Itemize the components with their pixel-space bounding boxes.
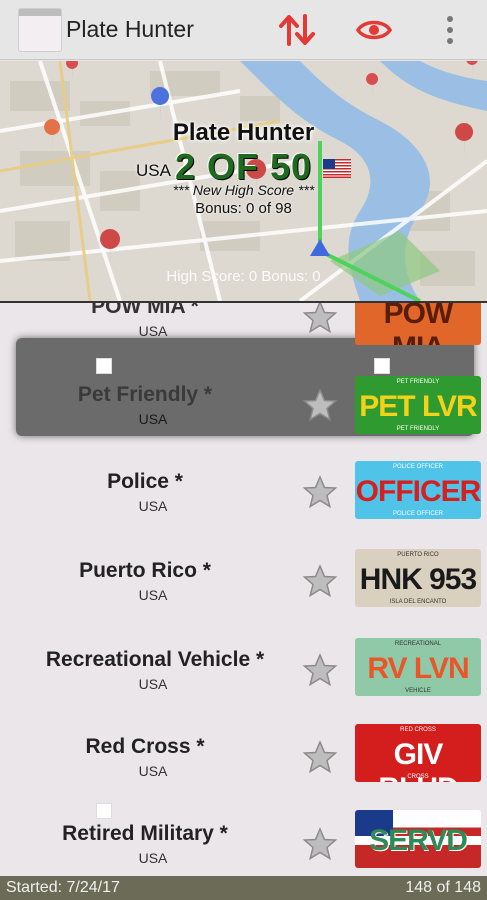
star-icon[interactable] [302, 652, 338, 688]
app-title: Plate Hunter [66, 16, 194, 42]
app-bar: Plate Hunter [0, 0, 487, 60]
list-item-police[interactable]: Police * USA POLICE OFFICER OFFICER POLI… [0, 461, 487, 556]
plate-name: Pet Friendly * [77, 383, 213, 406]
plate-top-text: PET FRIENDLY [396, 379, 440, 385]
plate-country: USA [138, 323, 168, 339]
plate-country: USA [138, 411, 168, 427]
plate-list[interactable]: POW MIA * USA POW MIA Pet Friendly * USA… [0, 301, 487, 876]
plate-country: USA [138, 676, 168, 692]
plate-image: RED CROSS GIV BLUD CROSS [355, 724, 481, 782]
plate-image: PUERTO RICO HNK 953 ISLA DEL ENCANTO [355, 549, 481, 607]
plate-name: Red Cross * [85, 735, 205, 758]
plate-name: Retired Military * [62, 822, 228, 845]
plate-image: SERVD [355, 810, 481, 868]
plate-text: RV LVN [367, 652, 469, 685]
app-logo-icon [18, 7, 62, 52]
plate-top-text: RED CROSS [400, 727, 436, 733]
list-item-puerto-rico[interactable]: Puerto Rico * USA PUERTO RICO HNK 953 IS… [0, 549, 487, 645]
eye-icon[interactable] [356, 14, 392, 46]
us-flag-icon [323, 159, 351, 178]
plate-text: OFFICER [355, 475, 481, 508]
plate-country: USA [138, 763, 168, 779]
star-icon[interactable] [302, 826, 338, 862]
star-icon[interactable] [302, 387, 338, 423]
list-item-pet-friendly[interactable]: Pet Friendly * USA PET FRIENDLY PET LVR … [0, 376, 487, 469]
plate-text: POW MIA [383, 301, 454, 345]
sort-swap-icon[interactable] [278, 12, 316, 48]
star-icon[interactable] [302, 301, 338, 335]
plate-name: Police * [107, 470, 183, 493]
plate-country: USA [138, 850, 168, 866]
plate-top-text: PUERTO RICO [397, 552, 439, 558]
plate-name: Puerto Rico * [79, 559, 211, 582]
star-icon[interactable] [302, 474, 338, 510]
list-item-red-cross[interactable]: Red Cross * USA RED CROSS GIV BLUD CROSS [0, 724, 487, 821]
map-header: Plate Hunter USA 2 OF 50 *** New High Sc… [0, 61, 487, 301]
started-date: Started: 7/24/17 [6, 879, 120, 896]
star-icon[interactable] [302, 739, 338, 775]
plate-name: POW MIA * [91, 301, 199, 318]
list-item-retired-military[interactable]: Retired Military * USA SERVD [0, 810, 487, 876]
plate-image: POLICE OFFICER OFFICER POLICE OFFICER [355, 461, 481, 519]
plate-bottom-text: ISLA DEL ENCANTO [389, 599, 447, 605]
plate-name: Recreational Vehicle * [45, 648, 265, 671]
list-item-recreational-vehicle[interactable]: Recreational Vehicle * USA RECREATIONAL … [0, 638, 487, 734]
plate-bottom-text: PET FRIENDLY [396, 426, 440, 432]
high-score-line: High Score: 0 Bonus: 0 [166, 268, 321, 285]
bonus-count: Bonus: 0 of 98 [195, 200, 292, 217]
plate-country: USA [138, 498, 168, 514]
plate-text: HNK 953 [359, 563, 477, 596]
plate-image: RECREATIONAL RV LVN VEHICLE [355, 638, 481, 696]
status-footer: Started: 7/24/17 148 of 148 [0, 876, 487, 900]
more-vert-icon[interactable] [440, 14, 460, 46]
plate-text: SERVD [369, 824, 468, 857]
plate-bottom-text: VEHICLE [405, 688, 431, 694]
plate-bottom-text: CROSS [407, 774, 429, 780]
plate-top-text: RECREATIONAL [394, 641, 442, 647]
plate-image: PET FRIENDLY PET LVR PET FRIENDLY [355, 376, 481, 434]
list-item-pow-mia[interactable]: POW MIA * USA POW MIA [0, 301, 487, 381]
plate-bottom-text: POLICE OFFICER [392, 511, 443, 517]
score-title: Plate Hunter [172, 119, 315, 146]
new-high-score-message: *** New High Score *** [172, 182, 315, 198]
star-icon[interactable] [302, 563, 338, 599]
plate-text: PET LVR [359, 390, 477, 423]
plate-top-text: POLICE OFFICER [392, 464, 443, 470]
progress-count: 148 of 148 [405, 879, 481, 896]
plate-country: USA [138, 587, 168, 603]
plate-image: POW MIA [355, 301, 481, 345]
